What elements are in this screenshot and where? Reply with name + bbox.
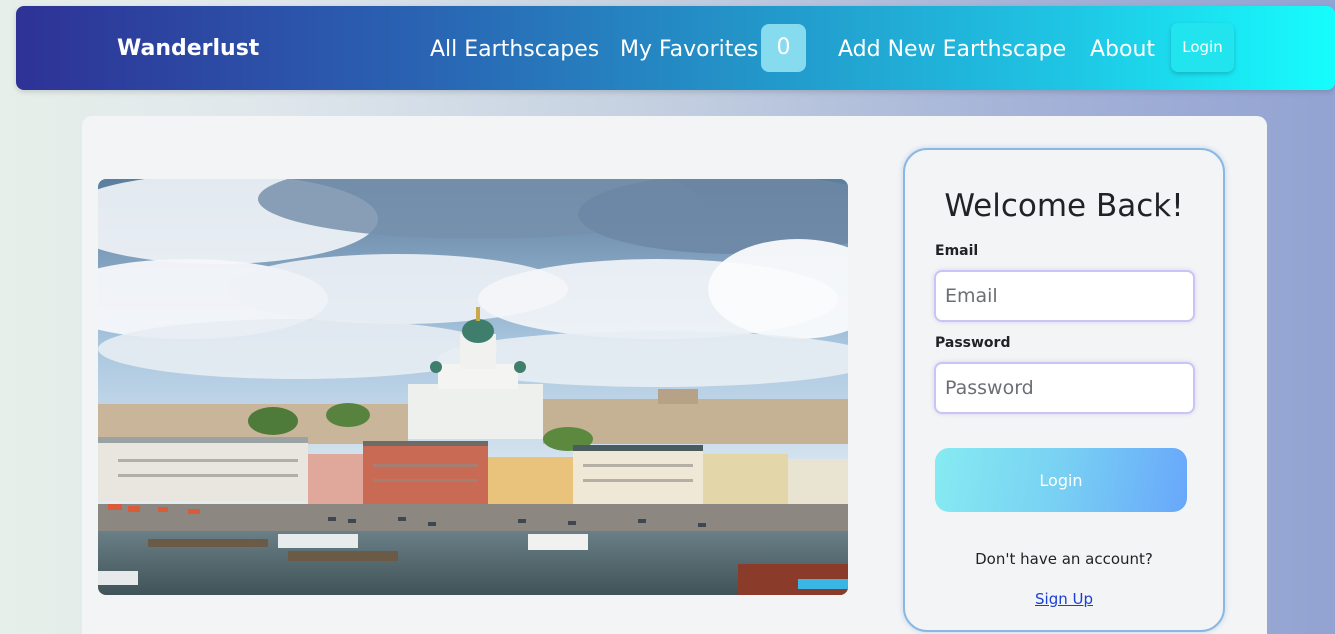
favorites-count-badge: 0 (761, 24, 806, 72)
login-card: Welcome Back! Email Password Login Don't… (903, 148, 1225, 632)
nav-link-all-earthscapes[interactable]: All Earthscapes (430, 37, 599, 62)
brand-logo[interactable]: Wanderlust (117, 36, 259, 61)
login-submit-button[interactable]: Login (935, 448, 1187, 512)
nav-link-about[interactable]: About (1090, 37, 1155, 62)
email-label: Email (935, 243, 979, 259)
nav-link-my-favorites[interactable]: My Favorites (620, 37, 758, 62)
signup-prompt: Don't have an account? (975, 550, 1153, 568)
email-field[interactable] (934, 270, 1195, 322)
password-label: Password (935, 335, 1011, 351)
navbar: Wanderlust All Earthscapes My Favorites … (16, 6, 1335, 90)
password-field[interactable] (934, 362, 1195, 414)
signup-link[interactable]: Sign Up (905, 590, 1223, 608)
nav-link-add-earthscape[interactable]: Add New Earthscape (838, 37, 1066, 62)
login-title: Welcome Back! (944, 188, 1184, 224)
city-harbor-photo (98, 179, 848, 595)
main-card: Welcome Back! Email Password Login Don't… (82, 116, 1267, 634)
nav-login-button[interactable]: Login (1171, 23, 1234, 72)
